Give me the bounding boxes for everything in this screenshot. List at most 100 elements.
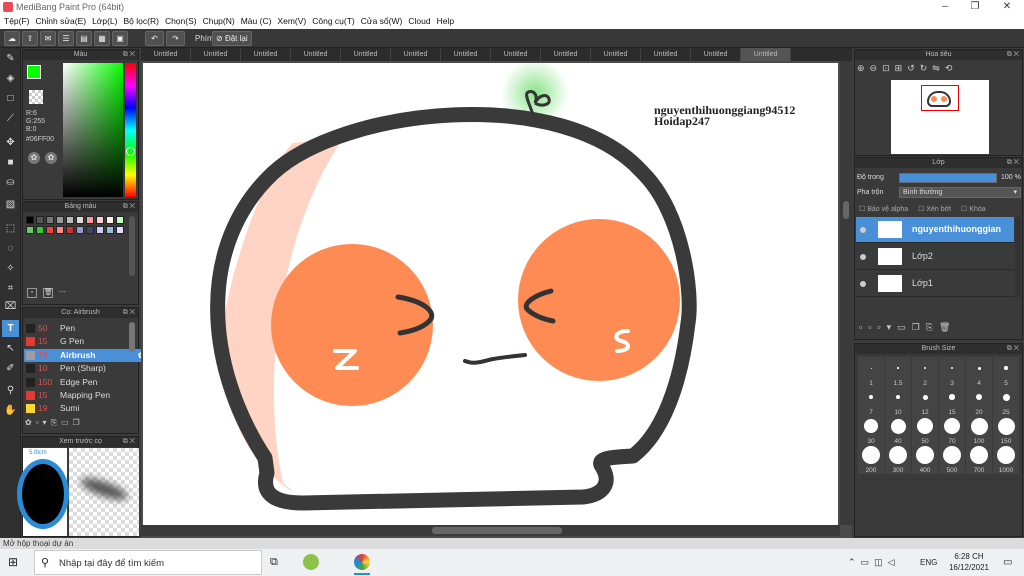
palette-swatch[interactable]: [56, 216, 64, 224]
fit-icon[interactable]: ⊡: [882, 63, 895, 73]
text-tool-icon[interactable]: T: [2, 320, 19, 337]
upload-icon[interactable]: ⇪: [22, 31, 38, 46]
brush-settings-icon[interactable]: ✿: [25, 418, 36, 427]
brush-size-option[interactable]: 20: [966, 386, 992, 416]
brush-size-option[interactable]: 40: [885, 415, 911, 445]
panel-close-icon[interactable]: ⧉ ✕: [1007, 158, 1019, 168]
blend-mode-select[interactable]: Bình thường ▾: [899, 187, 1021, 198]
layer-type-menu-icon[interactable]: ▾: [887, 322, 898, 332]
palette-swatch[interactable]: [76, 226, 84, 234]
brush-size-option[interactable]: 200: [858, 444, 884, 474]
notification-icon[interactable]: ▭: [1003, 557, 1012, 568]
document-tab[interactable]: Untitled: [741, 48, 791, 61]
cloud-icon[interactable]: ☁: [4, 31, 20, 46]
clock-time[interactable]: 6:28 CH: [946, 552, 992, 561]
visibility-icon[interactable]: [860, 254, 866, 260]
rotate-right-icon[interactable]: ↻: [920, 63, 933, 73]
menu-item[interactable]: Help: [437, 15, 458, 29]
palette-swatch[interactable]: [26, 226, 34, 234]
palette-swatch[interactable]: [66, 216, 74, 224]
document-tab[interactable]: Untitled: [141, 48, 191, 61]
brush-scrollbar[interactable]: [129, 322, 135, 352]
brush-tool-icon[interactable]: ✎: [2, 50, 19, 67]
brush-size-option[interactable]: 700: [966, 444, 992, 474]
brush-size-option[interactable]: 7: [858, 386, 884, 416]
delete-layer-icon[interactable]: 🗑: [939, 322, 956, 332]
brush-size-option[interactable]: 1.5: [885, 357, 911, 387]
taskbar-search-box[interactable]: ⚲ Nhập tại đây để tìm kiếm: [34, 550, 262, 575]
panel-icon[interactable]: ▣: [112, 31, 128, 46]
layer-row[interactable]: nguyenthihuonggian: [856, 217, 1014, 243]
new-8bit-layer-icon[interactable]: ▫: [877, 322, 886, 332]
brush-size-option[interactable]: 4: [966, 357, 992, 387]
document-tab[interactable]: Untitled: [191, 48, 241, 61]
hue-handle[interactable]: [126, 147, 135, 156]
layer-row[interactable]: Lớp2: [856, 244, 1014, 270]
menu-item[interactable]: Cửa sổ(W): [361, 15, 407, 29]
brush-size-option[interactable]: 400: [912, 444, 938, 474]
brush-size-option[interactable]: 2: [912, 357, 938, 387]
document-tab[interactable]: Untitled: [241, 48, 291, 61]
magic-wand-tool-icon[interactable]: ✧: [2, 260, 19, 277]
panel-close-icon[interactable]: ⧉ ✕: [123, 437, 135, 447]
brush-size-option[interactable]: 300: [885, 444, 911, 474]
eyedropper-tool-icon[interactable]: ⚲: [2, 382, 19, 399]
protect-alpha-checkbox[interactable]: ☐ Bảo vệ alpha: [859, 206, 908, 213]
chat-icon[interactable]: ✉: [40, 31, 56, 46]
menu-item[interactable]: Chỉnh sửa(E): [36, 15, 91, 29]
operation-tool-icon[interactable]: ↖: [2, 340, 19, 357]
brush-size-option[interactable]: 100: [966, 415, 992, 445]
brush-item[interactable]: 19 Sumi: [24, 402, 148, 415]
layer-row[interactable]: Lớp1: [856, 271, 1014, 297]
brush-size-option[interactable]: 12: [912, 386, 938, 416]
brush-size-option[interactable]: 10: [885, 386, 911, 416]
hue-slider[interactable]: [125, 63, 136, 197]
brush-size-option[interactable]: 30: [858, 415, 884, 445]
menu-item[interactable]: Chụp(N): [203, 15, 239, 29]
shape-tool-icon[interactable]: □: [2, 90, 19, 107]
menu-item[interactable]: Chọn(S): [165, 15, 201, 29]
clock-date[interactable]: 16/12/2021: [944, 563, 994, 572]
palette-swatch[interactable]: [96, 226, 104, 234]
dot-pen-tool-icon[interactable]: ⟋: [2, 110, 19, 127]
brush-size-option[interactable]: 25: [993, 386, 1019, 416]
brush-item[interactable]: 150 Edge Pen: [24, 376, 148, 389]
panel-close-icon[interactable]: ⧉ ✕: [123, 308, 135, 318]
redo-button[interactable]: ↷: [166, 31, 185, 46]
add-brush-icon[interactable]: ▫: [36, 418, 43, 427]
color-settings-icon[interactable]: ✿: [45, 152, 57, 164]
clip-checkbox[interactable]: ☐ Xén bớt: [918, 206, 951, 213]
minimize-icon[interactable]: –: [930, 1, 960, 12]
brush-size-option[interactable]: 70: [939, 415, 965, 445]
chevron-up-icon[interactable]: ⌃: [848, 557, 861, 567]
document-tab[interactable]: Untitled: [591, 48, 641, 61]
document-tab[interactable]: Untitled: [541, 48, 591, 61]
palette-swatch[interactable]: [56, 226, 64, 234]
palette-swatch[interactable]: [106, 226, 114, 234]
undo-button[interactable]: ↶: [145, 31, 164, 46]
palette-scrollbar[interactable]: [129, 216, 135, 276]
drawing-canvas[interactable]: nguyenthihuonggiang94512 Hoidap247: [143, 63, 838, 525]
actual-size-icon[interactable]: ⊞: [895, 63, 908, 73]
zoom-in-icon[interactable]: ⊕: [857, 63, 870, 73]
menu-item[interactable]: Công cụ(T): [312, 15, 359, 29]
opacity-slider[interactable]: [899, 173, 997, 183]
brush-size-option[interactable]: 50: [912, 415, 938, 445]
close-icon[interactable]: ✕: [992, 1, 1022, 12]
drive-icon[interactable]: ▭: [861, 557, 875, 567]
document-tab[interactable]: Untitled: [391, 48, 441, 61]
brush-size-option[interactable]: 500: [939, 444, 965, 474]
document-tab[interactable]: Untitled: [441, 48, 491, 61]
saturation-value-picker[interactable]: [63, 63, 123, 197]
palette-swatch[interactable]: [96, 216, 104, 224]
network-icon[interactable]: ◫: [874, 557, 888, 567]
vertical-scrollbar[interactable]: [840, 61, 852, 525]
brush-folder-icon[interactable]: ▭: [61, 418, 73, 427]
add-palette-icon[interactable]: ▫: [27, 288, 37, 298]
palette-swatch[interactable]: [36, 226, 44, 234]
palette-swatch[interactable]: [36, 216, 44, 224]
menu-item[interactable]: Lớp(L): [92, 15, 121, 29]
new-layer-icon[interactable]: ▫: [859, 322, 868, 332]
reset-view-icon[interactable]: ⟲: [945, 63, 958, 73]
menu-item[interactable]: Màu (C): [241, 15, 276, 29]
